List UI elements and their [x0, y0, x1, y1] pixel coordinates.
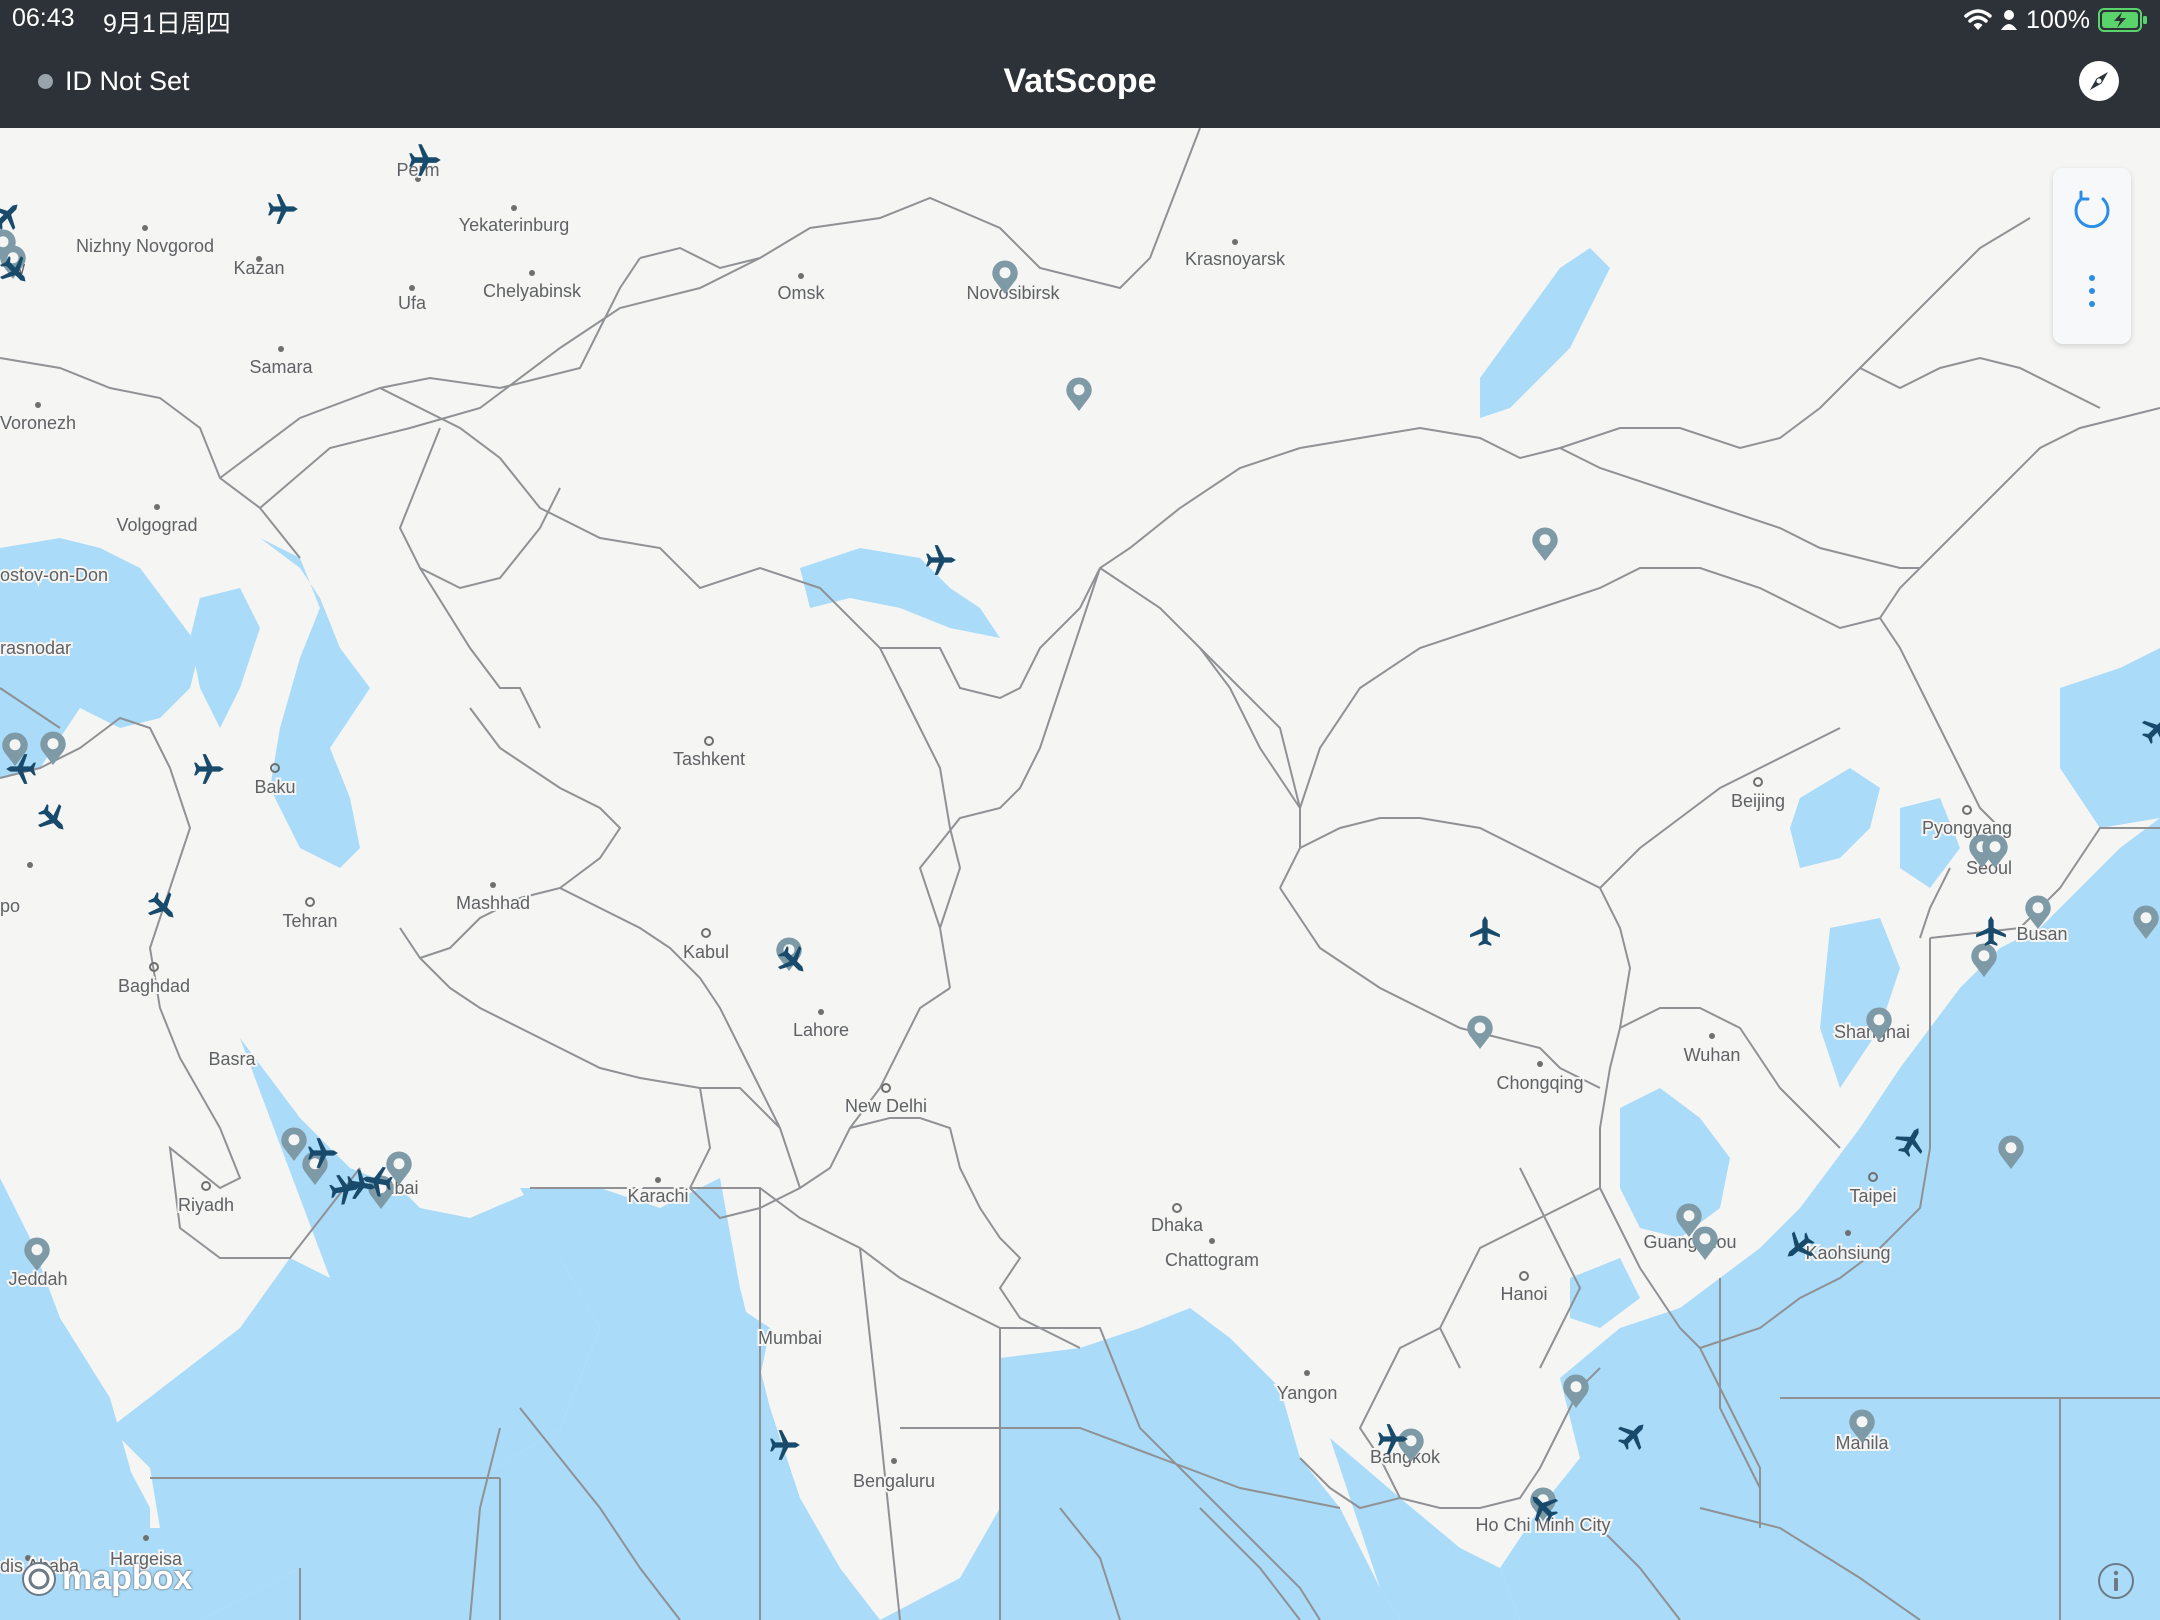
mapbox-logo-icon	[22, 1561, 56, 1596]
city-label: Chongqing	[1496, 1073, 1583, 1093]
city-label: Karachi	[627, 1186, 688, 1206]
city-label: Riyadh	[178, 1195, 234, 1215]
city-label: Perm	[396, 160, 439, 180]
city-label: Yangon	[1277, 1383, 1338, 1403]
city-label: Omsk	[778, 283, 826, 303]
city-label: Mumbai	[758, 1328, 822, 1348]
map-view[interactable]: Nizhny Novgorod Kazan Perm Yekaterinburg…	[0, 128, 2160, 1620]
city-label: Ufa	[398, 293, 427, 313]
refresh-icon[interactable]	[2071, 190, 2113, 232]
city-label: Volgograd	[116, 515, 197, 535]
city-label: Kazan	[233, 258, 284, 278]
city-label: Tehran	[282, 911, 337, 931]
more-vertical-icon[interactable]	[2071, 270, 2113, 312]
city-label: Krasnoyarsk	[1185, 249, 1286, 269]
city-label: Chelyabinsk	[483, 281, 582, 301]
person-icon	[2001, 10, 2018, 30]
city-label: Taipei	[1849, 1186, 1896, 1206]
mapbox-logo-text: mapbox	[62, 1559, 193, 1597]
city-label: Wuhan	[1684, 1045, 1741, 1065]
city-label: Hanoi	[1500, 1284, 1547, 1304]
city-label: Kabul	[683, 942, 729, 962]
city-label: po	[0, 896, 20, 916]
battery-percent: 100%	[2026, 5, 2090, 34]
city-label: Lahore	[793, 1020, 849, 1040]
city-label: Samara	[249, 357, 313, 377]
wifi-icon	[1964, 9, 1992, 30]
city-label: Bengaluru	[853, 1471, 935, 1491]
city-label: New Delhi	[845, 1096, 927, 1116]
status-right-group: 100%	[1964, 3, 2148, 37]
city-label: Voronezh	[0, 413, 76, 433]
city-label: Beijing	[1731, 791, 1785, 811]
status-time: 06:43	[12, 4, 75, 32]
compass-icon[interactable]	[2078, 60, 2120, 102]
city-label: rasnodar	[0, 638, 71, 658]
status-date: 9月1日周四	[103, 10, 231, 38]
city-label: Chattogram	[1165, 1250, 1259, 1270]
city-label: Kaohsiung	[1805, 1243, 1890, 1263]
info-icon[interactable]	[2096, 1561, 2136, 1601]
map-controls	[2053, 168, 2131, 344]
city-label: Seoul	[1966, 858, 2012, 878]
city-label: Dhaka	[1151, 1215, 1204, 1235]
app-title: VatScope	[1003, 62, 1157, 100]
status-bar: 06:43 9月1日周四 100%	[0, 0, 2160, 40]
city-label: Nizhny Novgorod	[76, 236, 214, 256]
city-label: Baku	[254, 777, 295, 797]
city-label: Baghdad	[118, 976, 190, 996]
map-canvas[interactable]: Nizhny Novgorod Kazan Perm Yekaterinburg…	[0, 128, 2160, 1620]
city-label: ostov-on-Don	[0, 565, 108, 585]
city-label: Mashhad	[456, 893, 530, 913]
city-label: Yekaterinburg	[459, 215, 569, 235]
navigation-bar: ID Not Set VatScope	[0, 40, 2160, 128]
city-label: Tashkent	[673, 749, 745, 769]
mapbox-logo[interactable]: mapbox	[20, 1559, 192, 1598]
city-label: Jeddah	[8, 1269, 67, 1289]
battery-charging-icon	[2098, 8, 2147, 32]
city-label: Basra	[208, 1049, 256, 1069]
city-label: Novosibirsk	[966, 283, 1060, 303]
city-label: Busan	[2016, 924, 2067, 944]
